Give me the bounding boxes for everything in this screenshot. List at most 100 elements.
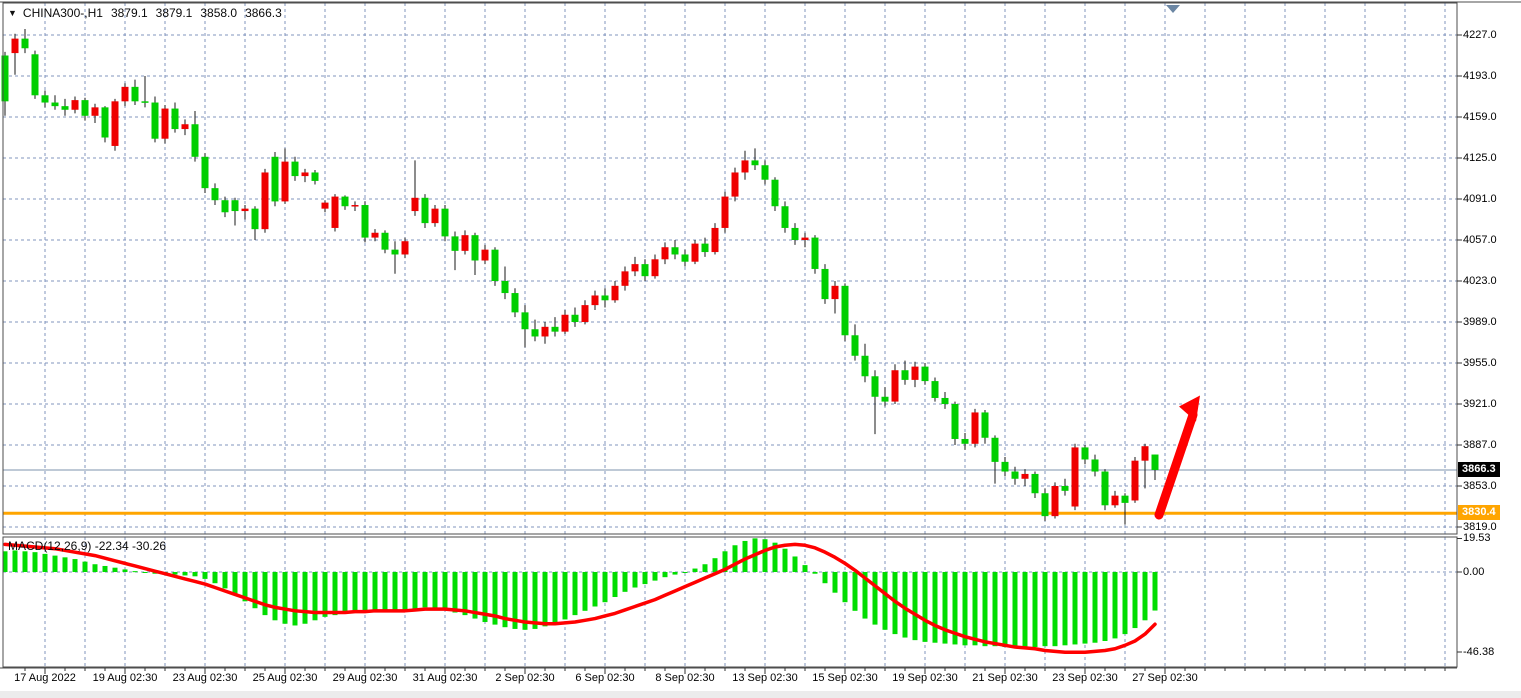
autoscroll-marker-icon <box>1166 5 1180 13</box>
macd-histogram-bar <box>433 572 438 608</box>
candle-body <box>582 305 589 322</box>
macd-histogram-bar <box>553 572 558 623</box>
time-axis-label: 15 Sep 02:30 <box>800 672 890 684</box>
macd-histogram-bar <box>403 572 408 611</box>
time-axis-label: 23 Aug 02:30 <box>160 672 250 684</box>
macd-histogram-bar <box>1053 572 1058 646</box>
macd-histogram-bar <box>1153 572 1158 611</box>
candle-body <box>932 381 939 398</box>
price-pane-border <box>3 3 1457 534</box>
macd-histogram-bar <box>843 572 848 602</box>
candle-body <box>122 87 129 101</box>
candle-body <box>1132 461 1139 501</box>
candle-body <box>312 172 319 180</box>
candle-body <box>1082 447 1089 459</box>
candle-body <box>462 235 469 251</box>
time-axis-label: 23 Sep 02:30 <box>1040 672 1130 684</box>
candle-body <box>82 100 89 116</box>
macd-histogram-bar <box>1143 572 1148 620</box>
macd-histogram-bar <box>1083 572 1088 644</box>
macd-histogram-bar <box>883 572 888 630</box>
candle-body <box>612 286 619 300</box>
macd-axis-label: -46.38 <box>1463 646 1519 659</box>
macd-histogram-bar <box>603 572 608 602</box>
candle-body <box>802 238 809 240</box>
candle-body <box>792 228 799 240</box>
price-axis-label: 4125.0 <box>1463 152 1519 165</box>
price-axis-label: 4023.0 <box>1463 275 1519 288</box>
macd-histogram-bar <box>593 572 598 607</box>
candle-body <box>782 206 789 228</box>
candle-body <box>1152 455 1159 470</box>
macd-histogram-bar <box>793 556 798 572</box>
candle-body <box>1052 486 1059 516</box>
macd-histogram-bar <box>383 572 388 611</box>
candle-body <box>772 180 779 207</box>
macd-histogram-bar <box>423 572 428 607</box>
macd-histogram-bar <box>1063 572 1068 645</box>
time-axis-label: 25 Aug 02:30 <box>240 672 330 684</box>
time-axis-label: 21 Sep 02:30 <box>960 672 1050 684</box>
candle-body <box>602 295 609 300</box>
candle-body <box>272 157 279 202</box>
ohlc-low: 3858.0 <box>200 6 237 20</box>
candle-body <box>352 205 359 207</box>
candle-body <box>692 244 699 262</box>
macd-pane-border <box>3 537 1457 667</box>
candle-body <box>152 103 159 139</box>
candle-body <box>652 259 659 276</box>
candle-body <box>282 162 289 202</box>
candle-body <box>622 271 629 285</box>
candle-body <box>702 244 709 252</box>
macd-histogram-bar <box>303 572 308 624</box>
candle-body <box>852 335 859 356</box>
time-axis-label: 8 Sep 02:30 <box>640 672 730 684</box>
candle-body <box>202 157 209 188</box>
macd-histogram-bar <box>113 568 118 572</box>
candle-body <box>62 106 69 110</box>
current-price-badge: 3866.3 <box>1458 462 1500 477</box>
candle-body <box>252 209 259 230</box>
time-axis-label: 19 Sep 02:30 <box>880 672 970 684</box>
candle-body <box>92 107 99 115</box>
macd-histogram-bar <box>1133 572 1138 628</box>
symbol-period-label: CHINA300-,H1 <box>23 6 103 20</box>
macd-histogram-bar <box>833 572 838 593</box>
macd-histogram-bar <box>93 564 98 572</box>
macd-histogram-bar <box>183 572 188 575</box>
time-axis-label: 29 Aug 02:30 <box>320 672 410 684</box>
candle-body <box>662 247 669 259</box>
candle-body <box>1002 462 1009 472</box>
candle-body <box>402 241 409 254</box>
candle-body <box>22 39 29 49</box>
time-axis-label: 19 Aug 02:30 <box>80 672 170 684</box>
macd-histogram-bar <box>683 572 688 573</box>
macd-histogram-bar <box>373 572 378 610</box>
symbol-dropdown-icon[interactable]: ▼ <box>8 8 17 18</box>
candle-body <box>1062 486 1069 491</box>
candle-body <box>1122 496 1129 503</box>
macd-histogram-bar <box>1123 572 1128 634</box>
macd-histogram-bar <box>933 572 938 643</box>
macd-histogram-bar <box>203 572 208 579</box>
macd-histogram-bar <box>1023 572 1028 647</box>
candle-body <box>1112 496 1119 506</box>
macd-histogram-bar <box>543 572 548 626</box>
macd-histogram-bar <box>563 572 568 619</box>
macd-histogram-bar <box>83 562 88 572</box>
macd-histogram-bar <box>73 559 78 572</box>
price-axis-label: 4193.0 <box>1463 70 1519 83</box>
candle-body <box>672 247 679 254</box>
chart-canvas[interactable] <box>0 0 1521 698</box>
candle-body <box>432 209 439 223</box>
candle-body <box>302 172 309 176</box>
macd-histogram-bar <box>453 572 458 613</box>
macd-histogram-bar <box>903 572 908 638</box>
candle-body <box>362 205 369 238</box>
macd-axis-label: 19.53 <box>1463 532 1519 545</box>
price-axis-label: 3921.0 <box>1463 398 1519 411</box>
macd-histogram-bar <box>23 551 28 572</box>
macd-histogram-bar <box>353 572 358 612</box>
macd-histogram-bar <box>393 572 398 612</box>
macd-histogram-bar <box>853 572 858 611</box>
